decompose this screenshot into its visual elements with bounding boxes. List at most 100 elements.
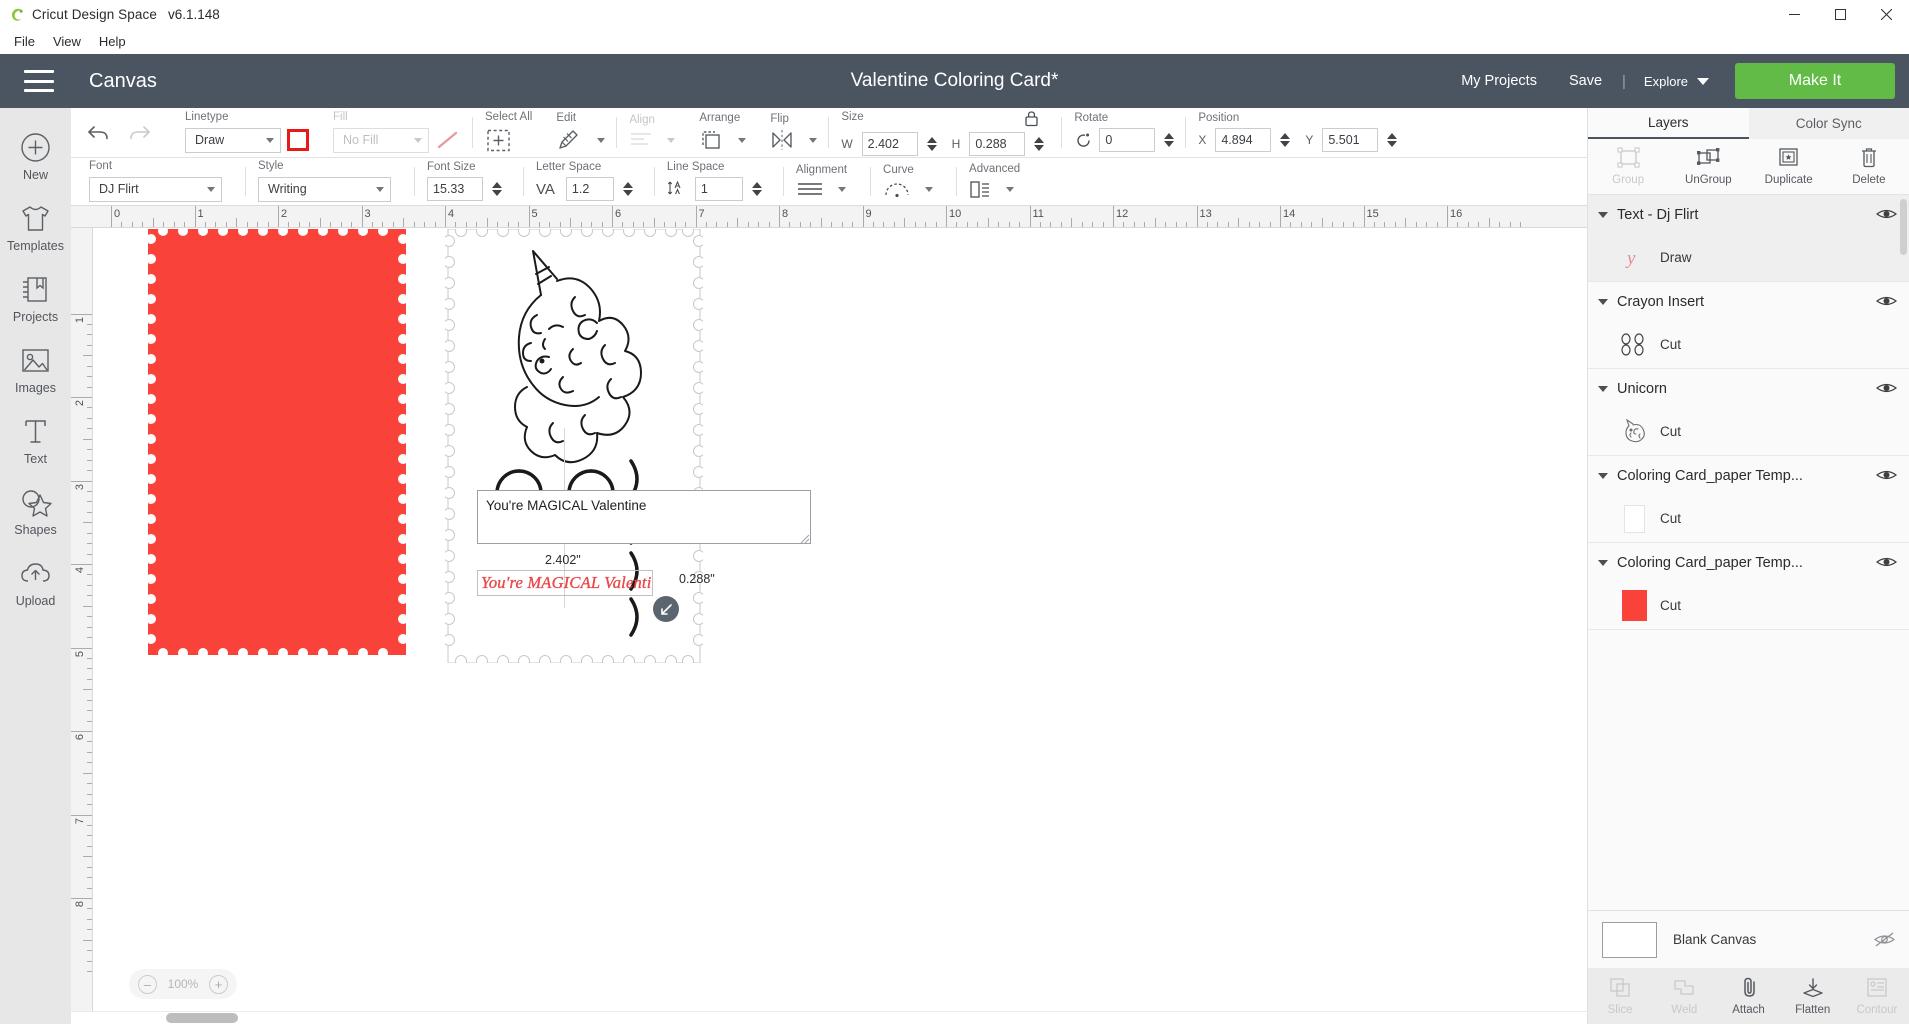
canvas-workspace[interactable]: You're MAGICAL Valentine 2.402" 0.288" –…: [93, 228, 1587, 1011]
position-x-stepper[interactable]: [1280, 133, 1291, 148]
rotate-stepper[interactable]: [1164, 133, 1175, 148]
alignment-icon[interactable]: [796, 181, 824, 198]
layer-header[interactable]: Coloring Card_paper Temp...: [1588, 456, 1909, 495]
linetype-select[interactable]: Draw: [185, 127, 281, 153]
curve-icon[interactable]: [883, 180, 911, 198]
letter-space-stepper[interactable]: [622, 182, 633, 197]
layers-scrollbar[interactable]: [1900, 199, 1907, 906]
blank-canvas-row[interactable]: Blank Canvas: [1588, 910, 1909, 968]
eye-icon[interactable]: [1875, 294, 1898, 310]
sidebar-item-text[interactable]: Text: [0, 404, 71, 475]
line-space-input[interactable]: 1: [694, 177, 743, 202]
ungroup-button[interactable]: UnGroup: [1668, 139, 1748, 194]
height-input[interactable]: 0.288: [969, 131, 1026, 156]
chevron-down-icon[interactable]: [925, 186, 934, 192]
letter-space-input[interactable]: 1.2: [565, 177, 614, 202]
delete-button[interactable]: Delete: [1829, 139, 1909, 194]
make-it-button[interactable]: Make It: [1735, 63, 1895, 99]
font-select[interactable]: DJ Flirt: [89, 176, 222, 202]
rotate-handle[interactable]: [653, 596, 679, 622]
tab-color-sync[interactable]: Color Sync: [1748, 108, 1909, 139]
machine-selector[interactable]: Explore: [1630, 74, 1725, 89]
text-edit-input[interactable]: [477, 490, 811, 544]
eye-icon[interactable]: [1875, 207, 1898, 223]
sidebar-item-projects[interactable]: Projects: [0, 262, 71, 333]
layer-header[interactable]: Unicorn: [1588, 369, 1909, 408]
lock-aspect-icon[interactable]: [1018, 110, 1044, 127]
eye-icon[interactable]: [1875, 555, 1898, 571]
fill-select[interactable]: No Fill: [333, 127, 429, 153]
layer-group-text[interactable]: Text - Dj Flirt y Draw: [1588, 195, 1909, 282]
weld-button[interactable]: Weld: [1652, 968, 1716, 1024]
menu-file[interactable]: File: [7, 31, 46, 52]
undo-icon[interactable]: [87, 123, 110, 143]
sidebar-item-upload[interactable]: Upload: [0, 546, 71, 617]
sidebar-item-new[interactable]: New: [0, 120, 71, 191]
chevron-down-icon[interactable]: [1598, 211, 1608, 218]
layer-child[interactable]: Cut: [1588, 582, 1909, 629]
zoom-in-button[interactable]: +: [209, 974, 228, 994]
chevron-down-icon[interactable]: [1006, 186, 1015, 192]
height-stepper[interactable]: [1034, 136, 1045, 151]
horizontal-scrollbar-thumb[interactable]: [166, 1013, 238, 1023]
position-x-input[interactable]: 4.894: [1215, 128, 1272, 153]
chevron-down-icon[interactable]: [1598, 472, 1608, 479]
menu-view[interactable]: View: [46, 31, 92, 52]
chevron-down-icon[interactable]: [1598, 559, 1608, 566]
layer-header[interactable]: Text - Dj Flirt: [1588, 195, 1909, 234]
eye-icon[interactable]: [1875, 468, 1898, 484]
sidebar-item-shapes[interactable]: Shapes: [0, 475, 71, 546]
width-stepper[interactable]: [926, 136, 937, 151]
linetype-color-swatch[interactable]: [287, 129, 309, 152]
layers-scrollbar-thumb[interactable]: [1900, 199, 1907, 255]
attach-button[interactable]: Attach: [1716, 968, 1780, 1024]
font-size-stepper[interactable]: [492, 182, 502, 197]
close-button[interactable]: [1863, 0, 1909, 29]
advanced-icon[interactable]: [969, 180, 992, 199]
chevron-down-icon[interactable]: [809, 137, 818, 143]
font-size-input[interactable]: 15.33: [427, 177, 483, 202]
layer-child[interactable]: Cut: [1588, 495, 1909, 542]
sidebar-item-images[interactable]: Images: [0, 333, 71, 404]
layer-group-crayon-insert[interactable]: Crayon Insert Cut: [1588, 282, 1909, 369]
hamburger-menu-icon[interactable]: [24, 70, 54, 92]
edit-icon[interactable]: [556, 128, 583, 152]
select-all-icon[interactable]: [485, 128, 512, 153]
style-select[interactable]: Writing: [258, 176, 391, 202]
width-input[interactable]: 2.402: [861, 131, 918, 156]
chevron-down-icon[interactable]: [738, 137, 747, 143]
eye-off-icon[interactable]: [1873, 931, 1896, 948]
layer-group-coloring-card-white[interactable]: Coloring Card_paper Temp... Cut: [1588, 456, 1909, 543]
minimize-button[interactable]: [1771, 0, 1817, 29]
tab-layers[interactable]: Layers: [1588, 108, 1749, 139]
layer-header[interactable]: Coloring Card_paper Temp...: [1588, 543, 1909, 582]
maximize-button[interactable]: [1817, 0, 1863, 29]
eye-icon[interactable]: [1875, 381, 1898, 397]
layer-header[interactable]: Crayon Insert: [1588, 282, 1909, 321]
layer-child[interactable]: Cut: [1588, 321, 1909, 368]
save-button[interactable]: Save: [1553, 73, 1618, 89]
horizontal-scrollbar[interactable]: [71, 1011, 1587, 1024]
menu-help[interactable]: Help: [92, 31, 137, 52]
position-y-input[interactable]: 5.501: [1322, 128, 1379, 153]
layer-group-unicorn[interactable]: Unicorn Cut: [1588, 369, 1909, 456]
chevron-down-icon[interactable]: [597, 137, 606, 143]
rotate-input[interactable]: 0: [1099, 128, 1156, 153]
layers-list[interactable]: Text - Dj Flirt y Draw Crayon Insert Cut…: [1588, 195, 1909, 910]
flatten-button[interactable]: Flatten: [1781, 968, 1845, 1024]
arrange-icon[interactable]: [699, 129, 724, 152]
layer-group-coloring-card-red[interactable]: Coloring Card_paper Temp... Cut: [1588, 543, 1909, 630]
pen-stroke-icon[interactable]: [435, 129, 461, 151]
layer-child[interactable]: y Draw: [1588, 234, 1909, 281]
layer-child[interactable]: Cut: [1588, 408, 1909, 455]
position-y-stepper[interactable]: [1387, 133, 1398, 148]
chevron-down-icon[interactable]: [1598, 385, 1608, 392]
align-icon[interactable]: [629, 130, 653, 150]
chevron-down-icon[interactable]: [667, 137, 676, 143]
sidebar-item-templates[interactable]: Templates: [0, 191, 71, 262]
my-projects-link[interactable]: My Projects: [1445, 73, 1553, 89]
canvas-drawn-text[interactable]: You're MAGICAL Valentine: [479, 571, 651, 594]
redo-icon[interactable]: [128, 123, 151, 143]
chevron-down-icon[interactable]: [837, 186, 846, 192]
group-button[interactable]: Group: [1588, 139, 1668, 194]
